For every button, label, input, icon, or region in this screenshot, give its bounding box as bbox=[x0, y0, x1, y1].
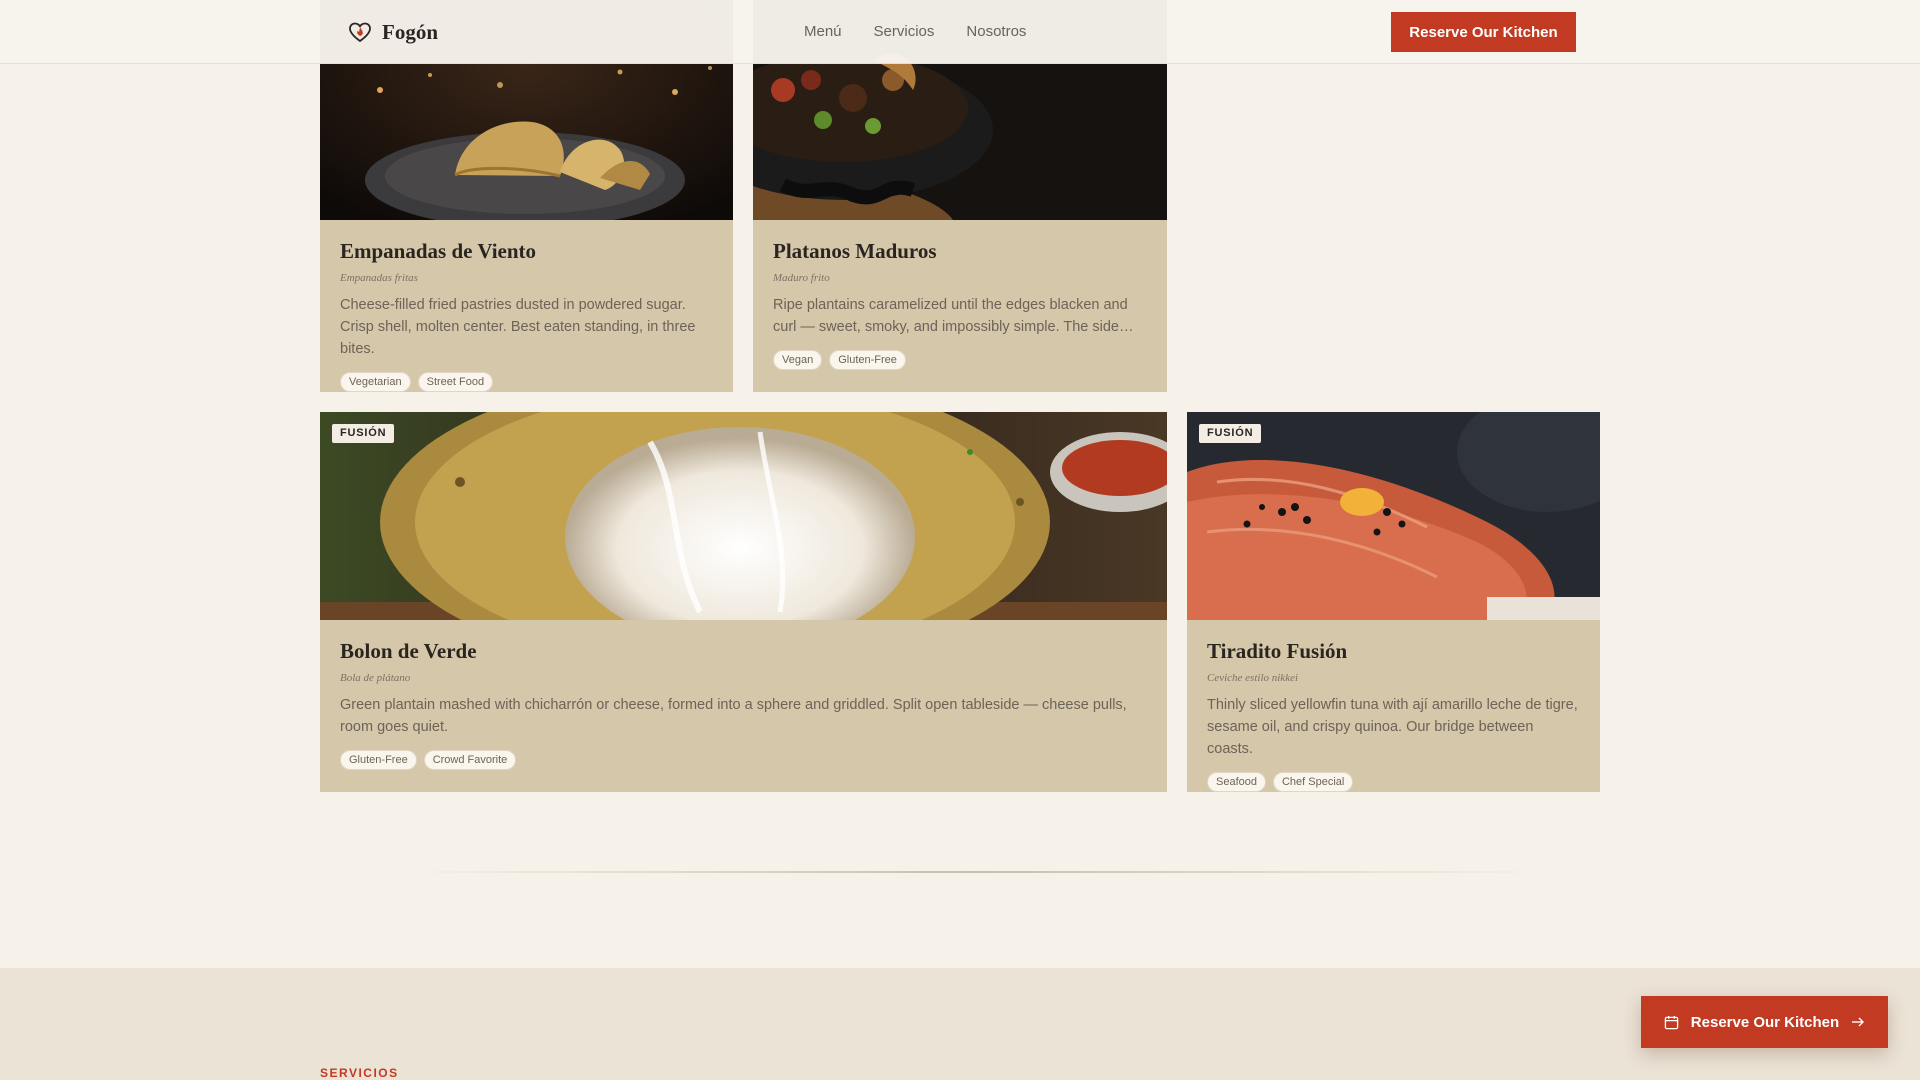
tag: Gluten-Free bbox=[829, 350, 906, 370]
tag-list: Vegetarian Street Food bbox=[340, 372, 713, 392]
bolon-image: FUSIÓN bbox=[320, 412, 1167, 620]
tag-list: Seafood Chef Special bbox=[1207, 772, 1580, 792]
site-header: Fogón Menú Servicios Nosotros Reserve Ou… bbox=[0, 0, 1920, 64]
card-body: Platanos Maduros Maduro frito Ripe plant… bbox=[773, 238, 1147, 370]
tag: Crowd Favorite bbox=[423, 750, 517, 770]
tag: Chef Special bbox=[1272, 772, 1354, 792]
section-divider bbox=[400, 871, 1550, 873]
tiradito-image: FUSIÓN bbox=[1187, 412, 1600, 620]
card-subtitle: Maduro frito bbox=[773, 272, 830, 284]
card-description: Cheese-filled fried pastries dusted in p… bbox=[340, 297, 696, 357]
fusion-badge: FUSIÓN bbox=[332, 424, 395, 443]
tag: Gluten-Free bbox=[340, 750, 417, 770]
heart-flame-icon bbox=[349, 22, 371, 43]
card-description: Ripe plantains caramelized until the edg… bbox=[773, 297, 1128, 335]
main-nav: Menú Servicios Nosotros bbox=[804, 22, 1058, 42]
brand-name: Fogón bbox=[382, 20, 439, 44]
floating-reserve-button[interactable]: Reserve Our Kitchen bbox=[1641, 996, 1888, 1048]
card-title: Empanadas de Viento bbox=[340, 239, 537, 263]
card-body: Empanadas de Viento Empanadas fritas Che… bbox=[340, 238, 713, 392]
nav-link-servicios[interactable]: Servicios bbox=[874, 22, 935, 42]
tag-list: Gluten-Free Crowd Favorite bbox=[340, 750, 1147, 770]
card-title: Bolon de Verde bbox=[340, 639, 477, 663]
nav-link-menu[interactable]: Menú bbox=[804, 22, 842, 42]
card-subtitle: Ceviche estilo nikkei bbox=[1207, 672, 1299, 684]
tag: Street Food bbox=[417, 372, 494, 392]
services-section bbox=[0, 968, 1920, 1080]
card-subtitle: Bola de plátano bbox=[340, 672, 411, 684]
tag: Vegetarian bbox=[340, 372, 411, 392]
card-subtitle: Empanadas fritas bbox=[340, 272, 418, 284]
floating-reserve-label: Reserve Our Kitchen bbox=[1690, 1013, 1840, 1031]
brand-logo[interactable]: Fogón bbox=[348, 18, 438, 46]
card-title: Tiradito Fusión bbox=[1207, 639, 1348, 663]
calendar-icon bbox=[1664, 1015, 1679, 1029]
tag: Vegan bbox=[773, 350, 823, 370]
arrow-right-icon bbox=[1852, 1017, 1865, 1027]
menu-card-tiradito[interactable]: FUSIÓN Tiradito Fusión Ceviche estilo ni… bbox=[1187, 412, 1600, 792]
menu-card-bolon[interactable]: FUSIÓN Bolon de Verde Bola de plátano Gr… bbox=[320, 412, 1167, 792]
card-body: Bolon de Verde Bola de plátano Green pla… bbox=[340, 638, 1147, 770]
section-eyebrow-label: SERVICIOS bbox=[320, 1066, 399, 1080]
card-description: Thinly sliced yellowfin tuna with ají am… bbox=[1207, 697, 1578, 757]
fusion-badge: FUSIÓN bbox=[1199, 424, 1262, 443]
nav-link-nosotros[interactable]: Nosotros bbox=[966, 22, 1026, 42]
card-description: Green plantain mashed with chicharrón or… bbox=[340, 697, 1127, 735]
tag: Seafood bbox=[1207, 772, 1266, 792]
reserve-kitchen-button[interactable]: Reserve Our Kitchen bbox=[1391, 12, 1576, 52]
tag-list: Vegan Gluten-Free bbox=[773, 350, 1147, 370]
card-body: Tiradito Fusión Ceviche estilo nikkei Th… bbox=[1207, 638, 1580, 792]
card-title: Platanos Maduros bbox=[773, 239, 937, 263]
